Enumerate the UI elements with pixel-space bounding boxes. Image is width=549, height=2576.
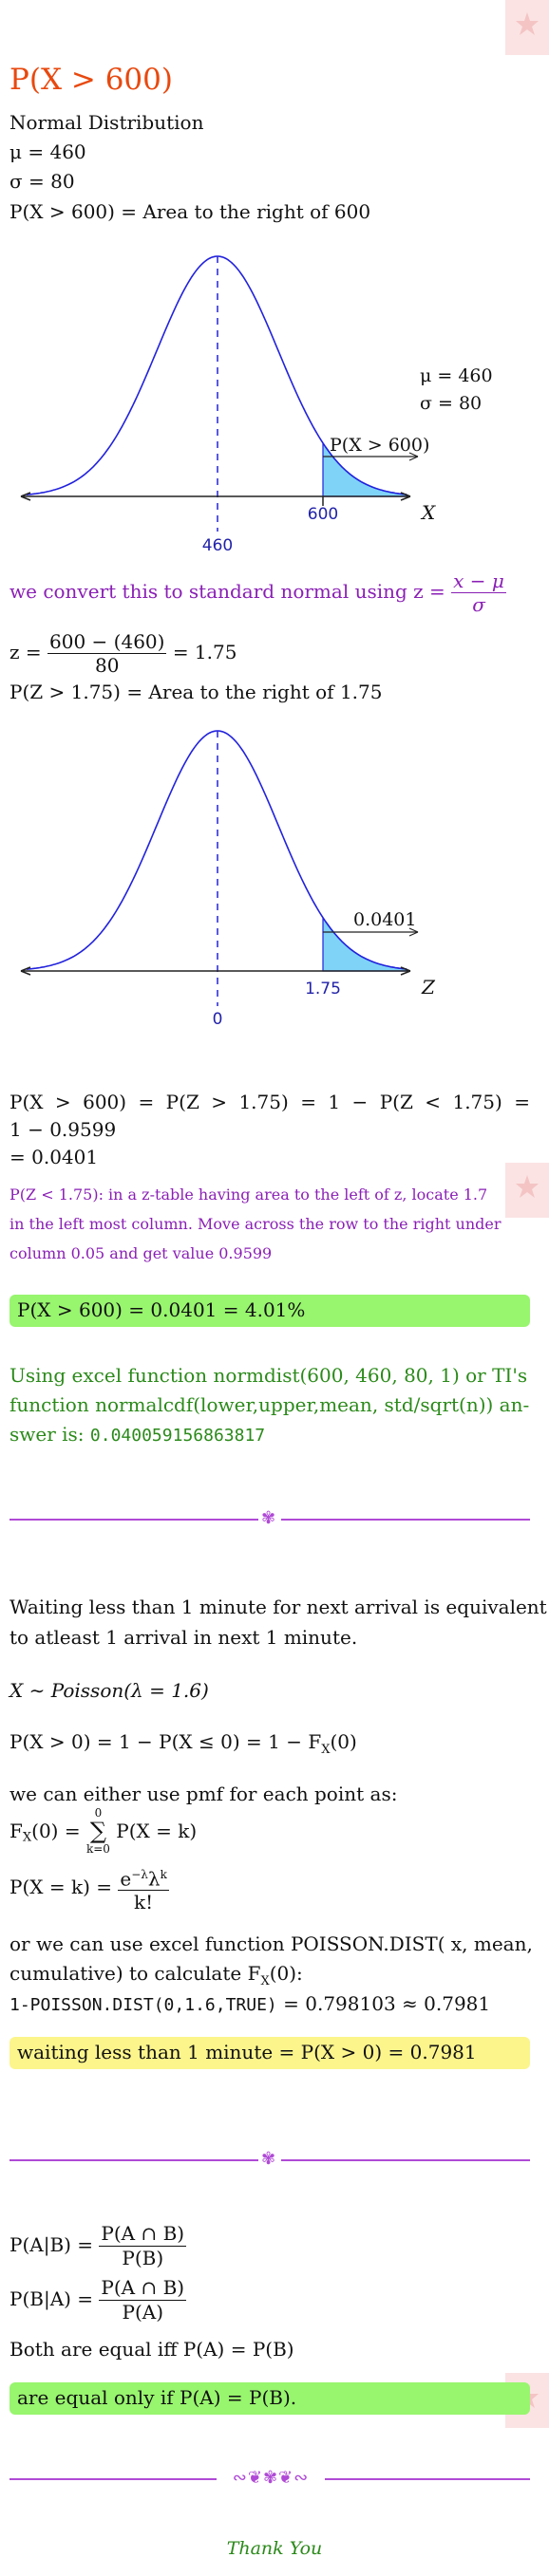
cond-eq-1-num: P(A ∩ B) xyxy=(99,2222,187,2247)
z-fraction: 600 − (460) 80 xyxy=(47,630,167,677)
graph1-shade-label: P(X > 600) xyxy=(330,435,429,456)
pmf-den: k! xyxy=(134,1891,154,1914)
answer-box-2: waiting less than 1 minute = P(X > 0) = … xyxy=(9,2037,530,2069)
poisson-prob: P(X > 0) = 1 − P(X ≤ 0) = 1 − FX(0) xyxy=(9,1729,357,1763)
final-divider: ∾❦✾❦∾ xyxy=(9,2469,530,2488)
z-den: 80 xyxy=(95,654,120,677)
z-result: = 1.75 xyxy=(172,641,237,663)
graph1-mu-label: μ = 460 xyxy=(420,365,493,386)
cdf-mid: (0) = xyxy=(31,1820,81,1842)
sum-symbol: 0 ∑ k=0 xyxy=(86,1806,110,1856)
pmf-num-tail: λ xyxy=(147,1867,161,1891)
pmf-fraction: e−λλk k! xyxy=(118,1863,169,1914)
poisson-intro-2: to atleast 1 arrival in next 1 minute. xyxy=(9,1626,358,1649)
thank-you: Thank You xyxy=(226,2538,323,2559)
poisson-excel-1: or we can use excel function POISSON.DIS… xyxy=(9,1932,533,1955)
flourish-icon: ∾❦✾❦∾ xyxy=(232,2468,310,2488)
poisson-excel-2-tail: (0): xyxy=(269,1962,303,1985)
pmf-num-base: e xyxy=(120,1867,132,1891)
watermark-badge xyxy=(505,1163,549,1218)
cond-eq-2-lhs: P(B|A) = xyxy=(9,2287,94,2310)
ztable-line-2: in the left most column. Move across the… xyxy=(9,1215,502,1233)
pmf-intro: we can either use pmf for each point as: xyxy=(9,1783,398,1805)
cdf-rhs: P(X = k) xyxy=(116,1820,198,1842)
excel-value: 0.040059156863817 xyxy=(89,1426,266,1446)
graph2-tick-mean: 0 xyxy=(213,1010,223,1029)
excel-prefix: swer is: xyxy=(9,1423,85,1446)
z-num: 600 − (460) xyxy=(47,630,167,654)
section-divider: ✾ xyxy=(9,1509,530,1528)
sigma-value: σ = 80 xyxy=(9,170,75,193)
mu-value: μ = 460 xyxy=(9,140,86,163)
excel-line-1: Using excel function normdist(600, 460, … xyxy=(9,1364,528,1387)
calc-line-3: = 0.0401 xyxy=(9,1146,99,1168)
cond-eq-2-frac: P(A ∩ B) P(A) xyxy=(99,2276,187,2324)
calc-line-2: 1 − 0.9599 xyxy=(9,1118,117,1141)
cond-eq-1-frac: P(A ∩ B) P(B) xyxy=(99,2222,187,2270)
area-description: P(X > 600) = Area to the right of 600 xyxy=(9,200,371,223)
convert-text: we convert this to standard normal using… xyxy=(9,580,445,603)
cdf-lhs: F xyxy=(9,1820,23,1842)
graph1-axis-label: X xyxy=(420,501,436,524)
poisson-excel-2-sub: X xyxy=(260,1974,270,1988)
sum-bottom: k=0 xyxy=(85,1842,110,1856)
poisson-dist: X ∼ Poisson(λ = 1.6) xyxy=(9,1679,209,1702)
poisson-excel-result: = 0.798103 ≈ 0.7981 xyxy=(283,1992,491,2015)
calc-line-1: P(X > 600) = P(Z > 1.75) = 1 − P(Z < 1.7… xyxy=(9,1091,530,1113)
graph2-axis-label: Z xyxy=(421,976,436,999)
z-formula-num: x − μ xyxy=(451,569,506,593)
poisson-intro-1: Waiting less than 1 minute for next arri… xyxy=(9,1596,547,1618)
bell-curve xyxy=(26,730,407,970)
cond-eq-2-num: P(A ∩ B) xyxy=(99,2276,187,2301)
excel-line-3: swer is: 0.040059156863817 xyxy=(9,1422,265,1448)
section-divider: ✾ xyxy=(9,2150,530,2169)
graph1-sigma-label: σ = 80 xyxy=(420,393,482,414)
graph1-tick-value: 600 xyxy=(308,505,338,524)
z-formula: x − μ σ xyxy=(451,569,506,616)
z-prefix: z = xyxy=(9,641,42,663)
cdf-sub: X xyxy=(22,1830,32,1845)
graph2-tick-value: 1.75 xyxy=(305,980,341,999)
cond-eq-1-lhs: P(A|B) = xyxy=(9,2233,94,2256)
answer-box-1: P(X > 600) = 0.0401 = 4.01% xyxy=(9,1295,530,1327)
pmf-num-sup2: k xyxy=(160,1867,167,1881)
pmf-num: e−λλk xyxy=(118,1863,169,1892)
excel-line-2: function normalcdf(lower,upper,mean, std… xyxy=(9,1393,530,1416)
ztable-line-1: P(Z < 1.75): in a z-table having area to… xyxy=(9,1185,488,1204)
poisson-excel-2-main: cumulative) to calculate F xyxy=(9,1962,261,1985)
graph1-tick-mean: 460 xyxy=(202,536,233,555)
pmf-lhs: P(X = k) = xyxy=(9,1876,113,1898)
z-formula-den: σ xyxy=(472,593,485,616)
pmf-equation: P(X = k) = e−λλk k! xyxy=(9,1861,169,1913)
ornament-icon: ✾ xyxy=(261,1508,276,1528)
answer-box-3: are equal only if P(A) = P(B). xyxy=(9,2382,530,2415)
equality-statement: Both are equal iff P(A) = P(B) xyxy=(9,2338,294,2361)
ornament-icon: ✾ xyxy=(261,2149,276,2169)
distribution-name: Normal Distribution xyxy=(9,111,204,134)
cond-eq-1: P(A|B) = P(A ∩ B) P(B) xyxy=(9,2218,187,2271)
sigma-icon: ∑ xyxy=(89,1818,107,1844)
normal-curve-graph-z: 0.0401 Z 1.75 0 xyxy=(20,730,436,1029)
convert-text-row: we convert this to standard normal using… xyxy=(9,568,506,616)
ztable-line-3: column 0.05 and get value 0.9599 xyxy=(9,1244,273,1262)
page-title: P(X > 600) xyxy=(9,63,173,97)
poisson-excel-formula-row: 1-POISSON.DIST(0,1.6,TRUE) = 0.798103 ≈ … xyxy=(9,1991,490,2018)
poisson-excel-formula: 1-POISSON.DIST(0,1.6,TRUE) xyxy=(9,1995,277,2015)
cond-eq-1-den: P(B) xyxy=(122,2247,164,2269)
poisson-excel-2: cumulative) to calculate FX(0): xyxy=(9,1961,303,1994)
cdf-equation: FX(0) = 0 ∑ k=0 P(X = k) xyxy=(9,1806,197,1859)
bell-curve xyxy=(26,255,407,495)
watermark-badge xyxy=(505,0,549,55)
z-area-description: P(Z > 1.75) = Area to the right of 1.75 xyxy=(9,681,383,703)
cond-eq-2: P(B|A) = P(A ∩ B) P(A) xyxy=(9,2272,187,2325)
cond-eq-2-den: P(A) xyxy=(122,2301,164,2324)
normal-curve-graph-x: μ = 460 σ = 80 P(X > 600) X 600 460 xyxy=(20,255,493,555)
poisson-prob-main: P(X > 0) = 1 − P(X ≤ 0) = 1 − F xyxy=(9,1730,322,1753)
pmf-num-sup: −λ xyxy=(131,1867,148,1881)
graph2-shade-label: 0.0401 xyxy=(353,909,416,930)
poisson-prob-tail: (0) xyxy=(330,1730,357,1753)
z-calc-row: z = 600 − (460) 80 = 1.75 xyxy=(9,628,237,677)
